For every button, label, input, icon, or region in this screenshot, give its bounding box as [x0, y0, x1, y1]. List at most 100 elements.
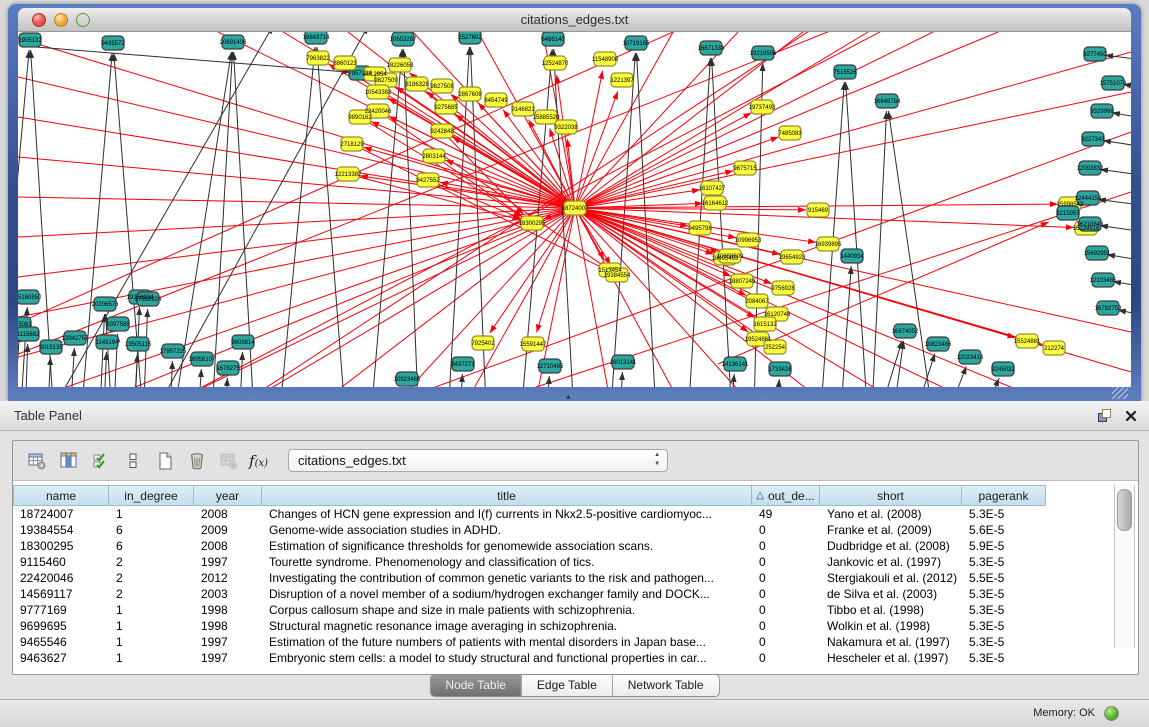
graph-node-label: 13942757: [62, 336, 89, 342]
graph-edge-arrow: [798, 207, 806, 213]
network-canvas[interactable]: 1905132943557220691406188437141065328715…: [18, 31, 1131, 387]
cell-name: 22420046: [13, 570, 109, 586]
graph-edge[interactable]: [575, 71, 603, 208]
column-header-out_de[interactable]: △out_de...: [752, 485, 820, 506]
table-row[interactable]: 946362711997Embryonic stem cells: a mode…: [13, 650, 1138, 666]
table-row[interactable]: 946554611997Estimation of the future num…: [13, 634, 1138, 650]
window-resize-handle[interactable]: [1112, 387, 1128, 399]
graph-node-label: 1905132: [18, 38, 42, 44]
split-view-button[interactable]: [117, 445, 149, 477]
new-column-button[interactable]: [149, 445, 181, 477]
graph-node-label: 8186328: [405, 82, 429, 88]
vertical-scrollbar[interactable]: [1114, 485, 1135, 648]
graph-edge[interactable]: [403, 49, 420, 387]
scrollbar-thumb[interactable]: [1117, 489, 1132, 531]
graph-edge-arrow: [24, 307, 30, 315]
graph-node-label: 1221397: [610, 78, 634, 84]
graph-edge[interactable]: [575, 208, 1018, 387]
tab-node-table[interactable]: Node Table: [430, 675, 521, 696]
cell-in_degree: 1: [109, 618, 194, 634]
graph-edge[interactable]: [1112, 113, 1131, 124]
graph-edge-arrow: [763, 278, 772, 284]
table-select-dropdown[interactable]: citations_edges.txt ▲▼: [288, 449, 668, 472]
graph-edge[interactable]: [268, 208, 575, 387]
graph-node-label: 15885520: [533, 115, 560, 121]
tab-network-table[interactable]: Network Table: [612, 675, 719, 696]
table-row[interactable]: 1938455462009Genome-wide association stu…: [13, 522, 1138, 538]
table-row[interactable]: 911546021997Tourette syndrome. Phenomeno…: [13, 554, 1138, 570]
graph-node-label: 915469: [808, 208, 829, 214]
cell-pagerank: 5.6E-5: [962, 522, 1046, 538]
column-chooser-button[interactable]: [53, 445, 85, 477]
graph-node-label: 9890162: [348, 115, 372, 121]
cell-short: de Silva et al. (2003): [820, 586, 962, 602]
graph-node-label: 8427552: [416, 178, 440, 184]
column-header-year[interactable]: year: [194, 485, 262, 506]
cell-name: 18300295: [13, 538, 109, 554]
cell-short: Jankovic et al. (1997): [820, 554, 962, 570]
graph-node-label: 16120746: [764, 312, 791, 318]
close-panel-icon[interactable]: [1125, 410, 1137, 422]
float-panel-icon[interactable]: [1098, 409, 1111, 422]
cell-out_de: 0: [752, 602, 820, 618]
column-header-title[interactable]: title: [262, 485, 752, 506]
graph-edge[interactable]: [870, 111, 887, 387]
split-divider-handle[interactable]: ▴: [566, 392, 571, 401]
cell-year: 2008: [194, 506, 262, 522]
graph-node-label: 20206576: [92, 302, 119, 308]
cell-title: Estimation of significance thresholds fo…: [262, 538, 752, 554]
cell-short: Nakamura et al. (1997): [820, 634, 962, 650]
graph-node-label: 16164612: [702, 201, 729, 207]
graph-node-label: 16210643: [1077, 222, 1104, 228]
cell-in_degree: 2: [109, 570, 194, 586]
column-header-pagerank[interactable]: pagerank: [962, 485, 1046, 506]
graph-edge-arrow: [743, 113, 751, 119]
graph-edge[interactable]: [168, 52, 231, 387]
graph-node-label: 13505115: [125, 342, 152, 348]
table-toolbar: f(x) citations_edges.txt ▲▼: [13, 441, 1138, 480]
table-row[interactable]: 1872400712008Changes of HCN gene express…: [13, 506, 1138, 522]
table-mode-tabs: Node Table Edge Table Network Table: [429, 674, 719, 697]
function-builder-icon[interactable]: f(x): [249, 452, 268, 470]
graph-node-label: 9245032: [991, 367, 1015, 373]
tab-edge-table[interactable]: Edge Table: [521, 675, 612, 696]
graph-edge[interactable]: [434, 156, 522, 216]
table-row[interactable]: 969969511998Structural magnetic resonanc…: [13, 618, 1138, 634]
graph-edge[interactable]: [317, 47, 348, 387]
column-header-in_degree[interactable]: in_degree: [109, 485, 194, 506]
graph-edge[interactable]: [968, 378, 999, 387]
graph-edge[interactable]: [846, 82, 870, 387]
column-header-name[interactable]: name: [13, 485, 109, 506]
table-row[interactable]: 2242004622012Investigating the contribut…: [13, 570, 1138, 586]
graph-node-label: 12524870: [542, 61, 569, 67]
graph-edge[interactable]: [933, 366, 966, 387]
table-settings-button[interactable]: [21, 445, 53, 477]
graph-node-label: 19384554: [604, 273, 631, 279]
table-row[interactable]: 1830029562008Estimation of significance …: [13, 538, 1138, 554]
graph-node-label: 12093832: [1077, 166, 1104, 172]
cell-year: 1997: [194, 554, 262, 570]
graph-edge[interactable]: [818, 82, 844, 387]
graph-edge[interactable]: [258, 132, 1131, 387]
delete-column-button[interactable]: [181, 445, 213, 477]
graph-edge[interactable]: [575, 208, 1042, 345]
graph-edge[interactable]: [712, 58, 734, 387]
column-header-short[interactable]: short: [820, 485, 962, 506]
graph-node-label: 16958107: [189, 357, 216, 363]
cell-title: Investigating the contribution of common…: [262, 570, 752, 586]
graph-node-label: 18226058: [387, 63, 414, 69]
row-selection-button[interactable]: [85, 445, 117, 477]
graph-edge[interactable]: [18, 117, 575, 208]
graph-edge[interactable]: [36, 47, 350, 72]
network-window-titlebar[interactable]: citations_edges.txt: [18, 8, 1131, 32]
cell-name: 9465546: [13, 634, 109, 650]
graph-node-label: 8454749: [484, 98, 508, 104]
graph-edge[interactable]: [133, 32, 368, 387]
table-row[interactable]: 1456911722003Disruption of a novel membe…: [13, 586, 1138, 602]
cell-name: 9699695: [13, 618, 109, 634]
graph-node-label: 9827508: [430, 84, 454, 90]
graph-node-label: 7925402: [471, 341, 495, 347]
graph-edge[interactable]: [557, 75, 575, 208]
table-row[interactable]: 977716911998Corpus callosum shape and si…: [13, 602, 1138, 618]
graph-node-label: 17957225: [160, 349, 187, 355]
